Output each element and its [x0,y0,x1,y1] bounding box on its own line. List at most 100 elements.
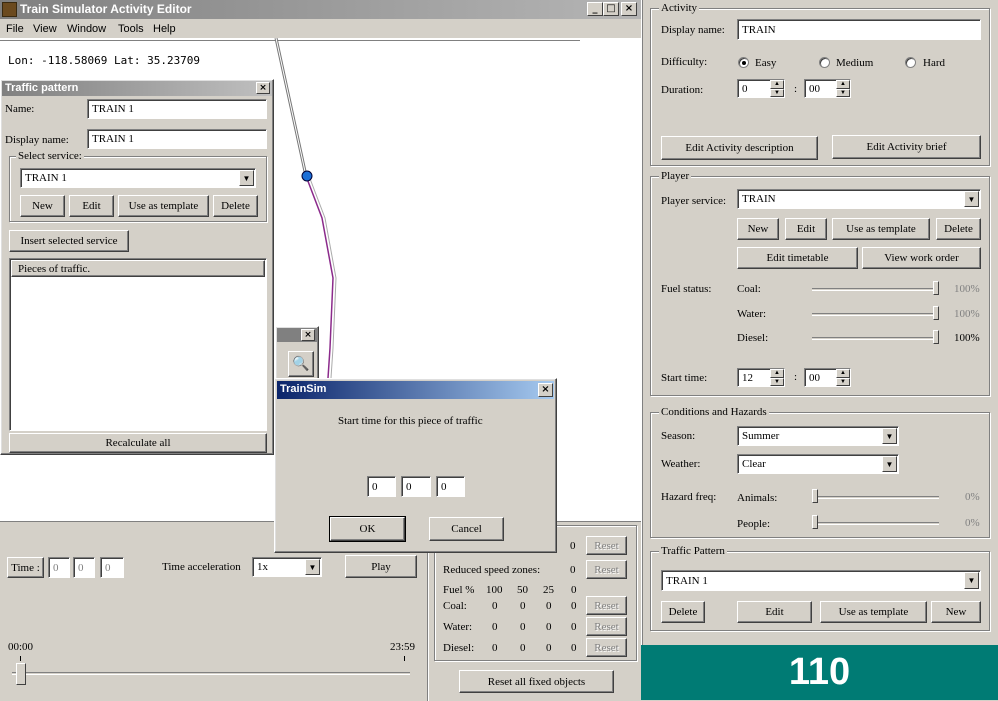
timeline-track [12,672,410,675]
trainsim-dialog-title: TrainSim [280,383,327,395]
fuel-header-0: 0 [571,584,577,596]
time-sec-field[interactable]: 0 [100,557,124,578]
fixed-diesel-label: Diesel: [443,642,475,654]
player-service-label: Player service: [661,195,727,207]
view-work-order-button[interactable]: View work order [862,247,981,269]
tp-insert-service-button[interactable]: Insert selected service [9,230,129,252]
menu-help[interactable]: Help [153,23,176,35]
trainsim-dialog-prompt: Start time for this piece of traffic [338,415,483,427]
tp-service-value: TRAIN 1 [25,172,67,184]
duration-separator: : [794,83,798,95]
coal-slider-thumb[interactable] [933,281,939,295]
tp-display-input[interactable]: TRAIN 1 [87,129,267,149]
tp-select-service-label: Select service: [16,150,84,162]
start-hour-spinner[interactable]: ▲ ▼ [770,369,784,386]
dialog-ok-button[interactable]: OK [329,516,406,542]
fixed-diesel-reset[interactable]: Reset [586,638,627,657]
tp-service-select[interactable]: TRAIN 1 ▼ [20,168,256,188]
traffic-edit-button[interactable]: Edit [737,601,812,623]
maximize-button[interactable]: □ [603,2,619,16]
tp-recalculate-button[interactable]: Recalculate all [9,433,267,453]
trainsim-dialog: TrainSim × Start time for this piece of … [274,378,557,553]
chevron-down-icon[interactable]: ▼ [882,428,897,444]
dialog-hour-input[interactable]: 0 [367,476,396,497]
time-accel-select[interactable]: 1x ▼ [252,557,322,577]
duration-hour-spinner[interactable]: ▲ ▼ [770,80,784,97]
menu-window[interactable]: Window [67,23,106,35]
tp-name-input[interactable]: TRAIN 1 [87,99,267,119]
zoom-in-button[interactable]: 🔍 [288,351,314,377]
slider-start-label: 00:00 [8,641,34,653]
player-new-button[interactable]: New [737,218,779,240]
menu-tools[interactable]: Tools [118,23,144,35]
trainsim-dialog-close[interactable]: × [538,383,553,397]
edit-activity-description-button[interactable]: Edit Activity description [661,136,818,160]
tp-pieces-list[interactable]: Pieces of traffic. [9,258,267,431]
trainsim-dialog-titlebar[interactable]: TrainSim × [277,381,554,399]
dialog-min-input[interactable]: 0 [401,476,431,497]
fixed-coal-reset[interactable]: Reset [586,596,627,615]
fixed-row1-reset[interactable]: Reset [586,536,627,555]
tp-edit-button[interactable]: Edit [69,195,114,217]
traffic-delete-button[interactable]: Delete [661,601,705,623]
diesel-slider-thumb[interactable] [933,330,939,344]
weather-select[interactable]: Clear ▼ [737,454,899,474]
traffic-use-template-button[interactable]: Use as template [820,601,927,623]
close-button[interactable]: × [621,2,637,16]
edit-timetable-button[interactable]: Edit timetable [737,247,858,269]
tp-use-template-button[interactable]: Use as template [118,195,209,217]
dialog-sec-input[interactable]: 0 [436,476,465,497]
duration-min-spinner[interactable]: ▲ ▼ [836,80,850,97]
main-titlebar[interactable]: Train Simulator Activity Editor _ □ × [0,0,641,19]
fixed-coal-25: 0 [546,600,552,612]
chevron-down-icon[interactable]: ▼ [239,170,254,186]
menu-file[interactable]: File [6,23,24,35]
difficulty-hard-radio[interactable] [905,57,916,68]
traffic-pattern-select[interactable]: TRAIN 1 ▼ [661,570,981,591]
reset-all-fixed-button[interactable]: Reset all fixed objects [459,670,614,693]
time-hour-field[interactable]: 0 [48,557,70,578]
reduced-speed-reset[interactable]: Reset [586,560,627,579]
fixed-water-100: 0 [492,621,498,633]
fixed-coal-100: 0 [492,600,498,612]
tp-new-button[interactable]: New [20,195,65,217]
play-button[interactable]: Play [345,555,417,578]
season-select[interactable]: Summer ▼ [737,426,899,446]
slider-end-label: 23:59 [390,641,416,653]
people-slider-thumb[interactable] [812,515,818,529]
difficulty-medium-radio[interactable] [819,57,830,68]
start-min-spinner[interactable]: ▲ ▼ [836,369,850,386]
animals-label: Animals: [737,492,778,504]
timeline-thumb[interactable] [16,663,26,685]
duration-hour-value: 0 [742,82,748,95]
fixed-water-reset[interactable]: Reset [586,617,627,636]
difficulty-hard-label: Hard [923,57,945,69]
chevron-down-icon[interactable]: ▼ [964,191,979,207]
minimize-button[interactable]: _ [587,2,603,16]
tp-delete-button[interactable]: Delete [213,195,258,217]
chevron-down-icon[interactable]: ▼ [882,456,897,472]
menu-view[interactable]: View [33,23,57,35]
edit-activity-brief-button[interactable]: Edit Activity brief [832,135,981,159]
traffic-pattern-close[interactable]: × [256,82,270,94]
time-label-button[interactable]: Time : [7,557,44,578]
animals-slider-thumb[interactable] [812,489,818,503]
tool-window-close[interactable]: × [301,329,315,341]
traffic-new-button[interactable]: New [931,601,981,623]
activity-display-input[interactable]: TRAIN [737,19,981,40]
dialog-cancel-button[interactable]: Cancel [429,517,504,541]
tool-window[interactable]: × 🔍 [275,326,319,381]
player-delete-button[interactable]: Delete [936,218,981,240]
player-use-template-button[interactable]: Use as template [832,218,930,240]
water-slider-thumb[interactable] [933,306,939,320]
fixed-coal-50: 0 [520,600,526,612]
chevron-down-icon[interactable]: ▼ [305,559,320,575]
duration-min-value: 00 [809,82,820,95]
time-min-field[interactable]: 0 [73,557,95,578]
chevron-down-icon[interactable]: ▼ [964,572,979,589]
difficulty-easy-radio[interactable] [738,57,749,68]
season-value: Summer [742,430,780,442]
traffic-pattern-titlebar[interactable]: Traffic pattern × [2,81,272,96]
player-service-select[interactable]: TRAIN ▼ [737,189,981,209]
player-edit-button[interactable]: Edit [785,218,827,240]
